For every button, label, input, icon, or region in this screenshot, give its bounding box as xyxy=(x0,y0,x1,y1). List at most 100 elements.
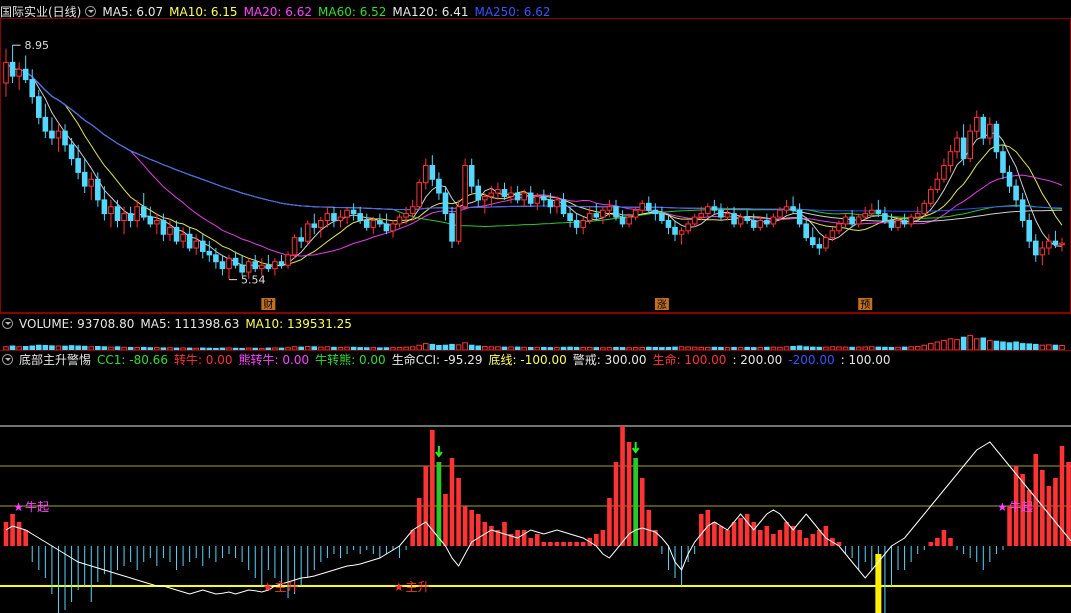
candle-up xyxy=(908,216,914,225)
candle-up xyxy=(521,192,527,201)
candle-down xyxy=(449,213,455,242)
candle-down xyxy=(429,165,436,180)
star-icon: ★ xyxy=(997,500,1008,514)
cc1-bar-positive xyxy=(712,522,717,546)
candle-up xyxy=(829,230,836,239)
candle-down xyxy=(1052,240,1059,246)
volume-menu-icon[interactable] xyxy=(2,318,13,329)
candle-up xyxy=(606,206,613,211)
cc1-bar-positive xyxy=(639,478,645,546)
event-marker-0: 财 xyxy=(263,298,273,311)
candle-up xyxy=(586,213,593,221)
candle-down xyxy=(232,257,239,266)
cc1-bar-positive xyxy=(764,526,770,546)
indicator-menu-icon[interactable] xyxy=(85,6,97,17)
candle-up xyxy=(823,237,829,249)
indicator-panel-menu-icon[interactable] xyxy=(2,354,13,365)
volume-bar xyxy=(462,342,468,350)
volume-label-2: MA10: 139531.25 xyxy=(245,317,352,331)
candle-down xyxy=(960,137,967,160)
signal-annotation-3: 牛起 xyxy=(1009,499,1033,514)
star-icon: ★ xyxy=(262,580,273,594)
candle-down xyxy=(42,116,49,132)
volume-bar xyxy=(934,341,941,350)
cc1-bar-positive xyxy=(548,542,553,546)
candle-up xyxy=(868,209,875,215)
candle-up xyxy=(783,206,790,211)
cc1-bar-positive xyxy=(475,514,481,546)
candle-down xyxy=(803,223,809,239)
candle-down xyxy=(1006,171,1013,187)
cc1-bar-positive xyxy=(423,466,429,546)
indicator-title[interactable]: 底部主升警惕 xyxy=(19,353,91,367)
cc1-bar-positive xyxy=(443,494,448,546)
cc1-bar-positive xyxy=(574,542,579,546)
indicator-label-6: 警戒: 300.00 xyxy=(572,353,647,367)
low-price-label: 5.54 xyxy=(241,274,266,287)
signal-annotation-2: 主升 xyxy=(406,580,430,594)
candle-down xyxy=(718,209,724,218)
candle-up xyxy=(108,206,114,215)
cc1-bar-positive xyxy=(10,514,15,546)
cc1-bar-positive xyxy=(744,514,750,546)
candlestick-chart[interactable]: 8.95 5.54 财 涨 预 xyxy=(0,18,1071,313)
ma-label-1: MA10: 6.15 xyxy=(169,5,238,19)
candle-up xyxy=(422,165,429,184)
candle-up xyxy=(134,206,140,221)
candle-down xyxy=(81,171,88,187)
candle-up xyxy=(318,220,324,228)
candle-up xyxy=(836,223,842,232)
candle-down xyxy=(62,130,68,146)
volume-bar xyxy=(980,337,987,350)
ma-label-0: MA5: 6.07 xyxy=(102,5,164,19)
cc1-bar-positive xyxy=(771,534,776,546)
cc1-bar-positive xyxy=(580,542,586,546)
candle-down xyxy=(527,192,534,204)
candle-down xyxy=(645,202,652,211)
candle-down xyxy=(547,199,554,208)
candle-up xyxy=(167,226,173,235)
stock-title[interactable]: 国际实业(日线) xyxy=(0,5,81,19)
candle-down xyxy=(147,216,154,225)
candle-down xyxy=(514,192,521,201)
ma-label-3: MA60: 6.52 xyxy=(318,5,387,19)
candle-down xyxy=(350,209,357,215)
candle-up xyxy=(180,233,186,242)
ma10-line xyxy=(5,62,1063,267)
candle-down xyxy=(278,261,285,266)
indicator-chart[interactable]: ★牛起★主升★主升★牛起★主升 xyxy=(0,370,1071,613)
cc1-bar-positive xyxy=(594,534,599,546)
sell-arrow-icon xyxy=(435,446,443,458)
volume-label-1: MA5: 111398.63 xyxy=(140,317,240,331)
candle-up xyxy=(580,220,586,228)
volume-legend: VOLUME: 93708.80 MA5: 111398.63 MA10: 1395… xyxy=(19,317,358,331)
cc1-bar-positive xyxy=(777,530,783,546)
cc1-bar-positive xyxy=(738,518,743,546)
candle-up xyxy=(705,206,711,215)
volume-bar xyxy=(973,338,980,350)
signal-bar-green xyxy=(436,462,442,546)
candle-up xyxy=(482,195,488,201)
candle-up xyxy=(685,223,691,232)
candle-up xyxy=(934,178,941,191)
candle-up xyxy=(390,223,396,232)
candle-down xyxy=(764,220,770,225)
cc1-bar-positive xyxy=(561,542,566,546)
candle-down xyxy=(468,165,475,187)
candle-down xyxy=(199,240,206,252)
candle-up xyxy=(678,230,685,235)
candle-down xyxy=(436,178,442,194)
cc1-bar-positive xyxy=(1059,446,1065,546)
candle-down xyxy=(49,130,55,139)
life-cci-line xyxy=(5,441,1071,595)
candle-down xyxy=(95,178,101,201)
indicator-label-4: 生命CCI: -95.29 xyxy=(391,353,483,367)
candle-down xyxy=(9,61,16,77)
volume-chart[interactable] xyxy=(0,332,1071,350)
candle-down xyxy=(541,195,547,201)
indicator-label-1: 转牛: 0.00 xyxy=(173,353,233,367)
candle-down xyxy=(613,206,619,218)
candle-up xyxy=(724,213,731,218)
candle-up xyxy=(455,206,462,242)
candle-down xyxy=(560,199,567,215)
